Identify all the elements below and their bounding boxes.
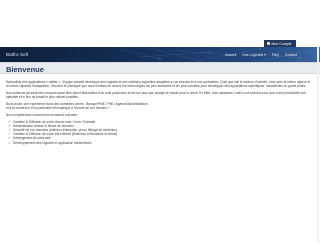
nav-item-logiciels[interactable]: Nos Logiciels ▾ [242, 53, 266, 57]
solutions-paragraph: Nos solutions peuvent être conçues aussi… [6, 91, 306, 100]
page-title-bar: Bienvenue [0, 62, 320, 74]
skills-intro: Nos compétences couvrent les domaines su… [6, 113, 79, 118]
top-whitespace [0, 0, 320, 40]
check-icon: ✓ [8, 140, 12, 145]
page-title: Bienvenue [6, 64, 44, 74]
scrollbar[interactable] [317, 47, 319, 243]
nav-item-faq[interactable]: FAQ [272, 53, 279, 57]
my-account-label: Mon Compte [271, 41, 292, 46]
experience-paragraph: Nous avons une expérience dans des domai… [6, 102, 312, 111]
list-item: ✓ Développement des logiciels et applicat… [8, 140, 92, 145]
header-banner: Batfro Soft Accueil Nos Logiciels ▾ FAQ … [0, 47, 320, 62]
nav-item-contact[interactable]: Contact [285, 53, 297, 57]
intro-paragraph: Spécialiste des applications « métier »,… [6, 80, 311, 89]
main-nav: Accueil Nos Logiciels ▾ FAQ Contact [225, 53, 297, 57]
main-content: Spécialiste des applications « métier »,… [6, 80, 312, 145]
partner-text: et à la recherche d'un partenaire inform… [6, 106, 110, 111]
skills-list: ✓ Création & Diffusion de votre réseau In… [6, 120, 312, 145]
user-icon [267, 42, 270, 45]
brand-name[interactable]: Batfro Soft [6, 52, 28, 57]
nav-item-accueil[interactable]: Accueil [225, 53, 236, 57]
my-account-button[interactable]: Mon Compte [264, 40, 296, 47]
